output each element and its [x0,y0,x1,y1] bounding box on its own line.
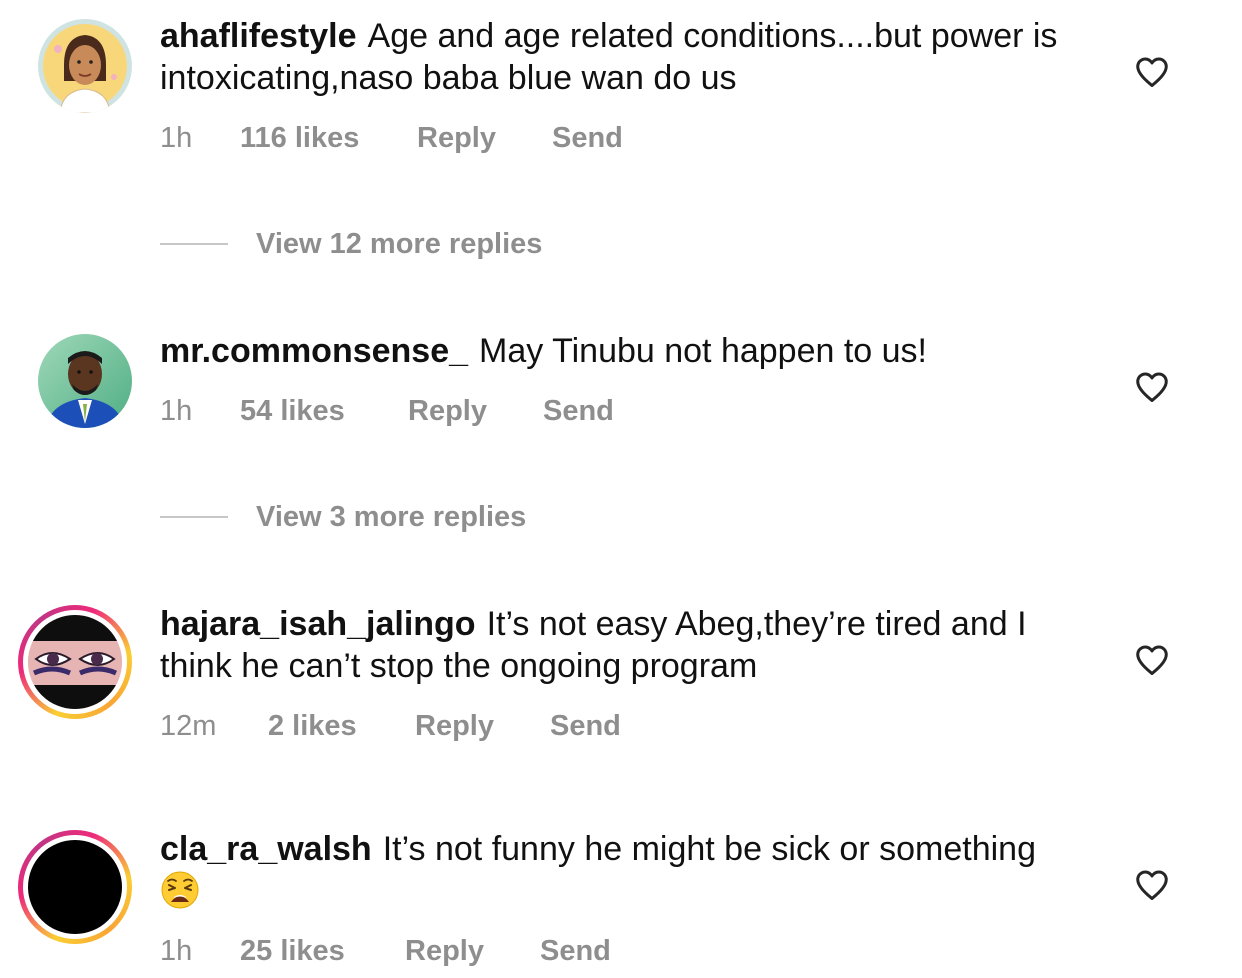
comment-actions: 12m 2 likes Reply Send [160,710,621,743]
replies-divider [160,243,228,245]
likes-count[interactable]: 2 likes [268,710,415,743]
avatar-story-ring[interactable] [18,830,132,944]
reply-button[interactable]: Reply [415,710,550,743]
comment-text: May Tinubu not happen to us! [479,332,928,370]
weary-face-icon [161,871,199,909]
likes-count[interactable]: 54 likes [240,395,408,428]
comment-body: ahaflifestyle Age and age related conditi… [160,15,1060,99]
comment-time: 12m [160,710,217,742]
avatar [28,615,122,709]
send-button[interactable]: Send [543,395,614,428]
heart-outline-icon[interactable] [1133,866,1171,904]
heart-outline-icon[interactable] [1133,641,1171,679]
comment-body: hajara_isah_jalingo It’s not easy Abeg,th… [160,603,1060,687]
send-button[interactable]: Send [540,935,611,968]
comment-username[interactable]: cla_ra_walsh [160,830,372,868]
comment-username[interactable]: ahaflifestyle [160,17,357,55]
comment-actions: 1h 116 likes Reply Send [160,122,623,155]
likes-count[interactable]: 116 likes [240,122,417,155]
comment-username[interactable]: hajara_isah_jalingo [160,605,476,643]
comment-time: 1h [160,935,193,967]
comment-actions: 1h 54 likes Reply Send [160,395,614,428]
likes-count[interactable]: 25 likes [240,935,405,968]
view-replies-label: View 3 more replies [256,500,527,533]
comment-time: 1h [160,122,193,154]
reply-button[interactable]: Reply [417,122,552,155]
comment-actions: 1h 25 likes Reply Send [160,935,611,968]
reply-button[interactable]: Reply [405,935,540,968]
avatar[interactable] [38,19,132,113]
comment-body: cla_ra_walsh It’s not funny he might be s… [160,828,1060,914]
comment-time: 1h [160,395,193,427]
send-button[interactable]: Send [550,710,621,743]
comment-text: It’s not funny he might be sick or somet… [382,830,1036,868]
send-button[interactable]: Send [552,122,623,155]
view-replies-button[interactable]: View 3 more replies [160,497,526,537]
reply-button[interactable]: Reply [408,395,543,428]
avatar [28,840,122,934]
comment-username[interactable]: mr.commonsense_ [160,332,468,370]
avatar-story-ring[interactable] [18,605,132,719]
heart-outline-icon[interactable] [1133,368,1171,406]
heart-outline-icon[interactable] [1133,53,1171,91]
avatar[interactable] [38,334,132,428]
replies-divider [160,516,228,518]
view-replies-button[interactable]: View 12 more replies [160,224,542,264]
view-replies-label: View 12 more replies [256,227,543,260]
comment-body: mr.commonsense_ May Tinubu not happen to … [160,330,1060,372]
